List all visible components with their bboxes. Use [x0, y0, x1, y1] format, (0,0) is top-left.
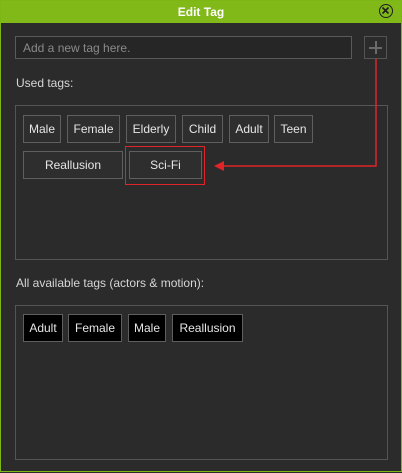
used-tag-reallusion[interactable]: Reallusion — [23, 151, 123, 179]
available-tag-reallusion[interactable]: Reallusion — [172, 314, 243, 342]
used-tag-child[interactable]: Child — [182, 115, 223, 143]
new-tag-input[interactable] — [15, 36, 352, 59]
available-tags-label: All available tags (actors & motion): — [16, 276, 205, 290]
close-icon[interactable] — [379, 4, 393, 18]
available-tag-female[interactable]: Female — [68, 314, 122, 342]
add-tag-button[interactable] — [364, 36, 387, 59]
used-tag-female[interactable]: Female — [67, 115, 120, 143]
used-tag-male[interactable]: Male — [23, 115, 61, 143]
used-tags-label: Used tags: — [16, 76, 74, 90]
used-tag-sci-fi[interactable]: Sci-Fi — [129, 151, 202, 179]
used-tag-elderly[interactable]: Elderly — [126, 115, 176, 143]
available-tag-adult[interactable]: Adult — [23, 314, 63, 342]
edit-tag-dialog: Edit Tag Used tags: Male Female Elderly … — [0, 0, 402, 472]
available-tag-male[interactable]: Male — [128, 314, 166, 342]
window-title: Edit Tag — [177, 5, 225, 19]
used-tag-teen[interactable]: Teen — [274, 115, 313, 143]
used-tag-adult[interactable]: Adult — [229, 115, 269, 143]
title-bar: Edit Tag — [1, 1, 401, 23]
